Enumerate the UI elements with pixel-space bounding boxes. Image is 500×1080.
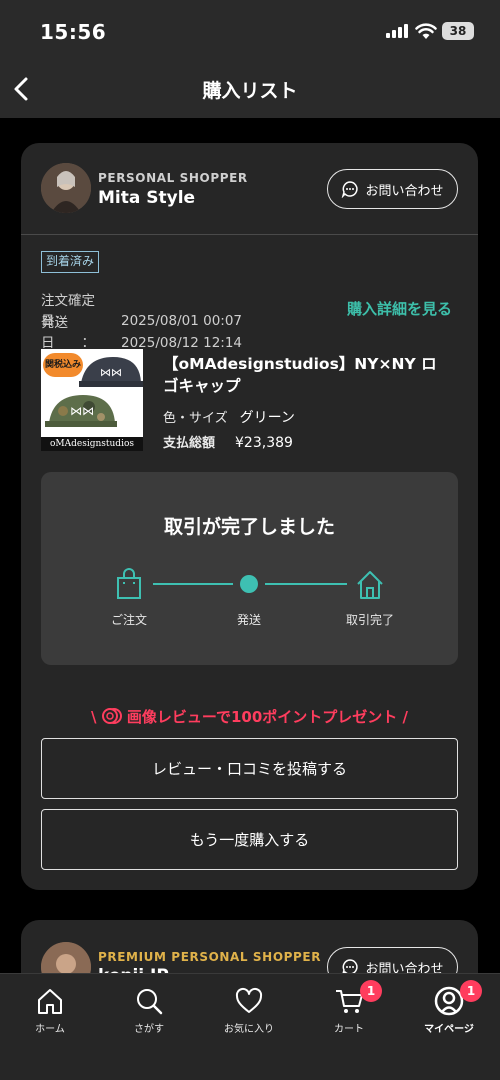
shopper-name[interactable]: Mita Style xyxy=(98,188,195,208)
promo-slash-right: / xyxy=(402,708,409,726)
svg-text:⋈⋈: ⋈⋈ xyxy=(100,366,122,379)
svg-text:⋈⋈: ⋈⋈ xyxy=(70,404,94,418)
tab-mypage[interactable]: 1 マイページ xyxy=(404,980,494,1035)
cart-badge: 1 xyxy=(360,980,382,1002)
post-review-button[interactable]: レビュー・口コミを投稿する xyxy=(41,738,458,799)
product-total: 支払総額 ¥23,389 xyxy=(163,432,293,451)
status-time: 15:56 xyxy=(40,20,107,44)
chat-bubble-icon xyxy=(342,181,359,198)
progress-track xyxy=(153,583,233,585)
nav-bar: 購入リスト xyxy=(0,62,500,118)
divider xyxy=(21,234,478,235)
status-bar: 15:56 38 xyxy=(0,0,500,62)
product-title[interactable]: 【oMAdesignstudios】NY×NY ロゴキャップ xyxy=(163,353,448,397)
tab-search[interactable]: さがす xyxy=(104,986,194,1035)
tab-label: マイページ xyxy=(424,1024,474,1035)
page-title: 購入リスト xyxy=(202,80,298,102)
product-brand: oMAdesignstudios xyxy=(41,437,143,451)
shopper-type: PREMIUM PERSONAL SHOPPER xyxy=(98,950,322,964)
progress-title: 取引が完了しました xyxy=(163,516,335,538)
tab-home[interactable]: ホーム xyxy=(5,986,95,1035)
step-label: ご注文 xyxy=(110,613,147,627)
attribute-value: グリーン xyxy=(239,410,295,426)
points-icon xyxy=(101,708,122,724)
product-image[interactable]: ⋈⋈ ⋈⋈ 関税込み oMAdesignstudios xyxy=(41,349,143,451)
transaction-progress: 取引が完了しました ご注文 発送 取引完了 xyxy=(41,472,458,665)
step-ordered xyxy=(99,568,159,600)
promo-text: 画像レビューで100ポイントプレゼント xyxy=(126,708,398,726)
contact-button[interactable]: お問い合わせ xyxy=(327,169,458,209)
contact-button-label: お問い合わせ xyxy=(365,183,444,199)
status-badge: 到着済み xyxy=(41,251,100,273)
step-label: 取引完了 xyxy=(345,613,394,627)
step-label: 発送 xyxy=(236,613,261,627)
progress-track xyxy=(265,583,347,585)
tab-label: カート xyxy=(334,1024,364,1035)
step-completed xyxy=(340,568,400,600)
shopping-bag-icon xyxy=(117,568,141,599)
wifi-icon xyxy=(415,23,437,39)
mypage-badge: 1 xyxy=(460,980,482,1002)
search-icon xyxy=(137,989,163,1015)
ship-date-label: 発送日 ： xyxy=(41,315,95,351)
step-shipped-dot xyxy=(240,575,258,593)
tab-label: お気に入り xyxy=(224,1024,274,1035)
tab-label: さがす xyxy=(134,1024,164,1035)
tab-cart[interactable]: 1 カート xyxy=(304,980,394,1035)
home-icon xyxy=(357,571,383,599)
total-value: ¥23,389 xyxy=(235,435,293,451)
home-icon xyxy=(38,989,62,1014)
tab-label: ホーム xyxy=(35,1024,65,1035)
shopper-type: PERSONAL SHOPPER xyxy=(98,171,248,185)
heart-icon xyxy=(235,987,263,1013)
rebuy-button[interactable]: もう一度購入する xyxy=(41,809,458,870)
battery-icon: 38 xyxy=(442,22,474,40)
shopper-avatar[interactable] xyxy=(41,163,91,213)
total-label: 支払総額 xyxy=(163,436,216,451)
signal-icon xyxy=(386,24,408,38)
purchase-detail-link[interactable]: 購入詳細を見る xyxy=(347,298,452,319)
tax-included-badge: 関税込み xyxy=(43,353,83,377)
tab-favorites[interactable]: お気に入り xyxy=(204,986,294,1035)
review-promo: \ 画像レビューで100ポイントプレゼント / xyxy=(21,706,478,727)
product-attribute: 色・サイズ グリーン xyxy=(163,407,295,427)
attribute-label: 色・サイズ xyxy=(163,411,228,426)
tab-bar: ホーム さがす お気に入り 1 カート 1 マイページ xyxy=(0,973,500,1080)
promo-slash-left: \ xyxy=(90,708,102,726)
ship-date-row: 発送日 ： 2025/08/12 12:14 xyxy=(41,311,242,351)
order-card: PERSONAL SHOPPER Mita Style お問い合わせ 到着済み … xyxy=(21,143,478,890)
